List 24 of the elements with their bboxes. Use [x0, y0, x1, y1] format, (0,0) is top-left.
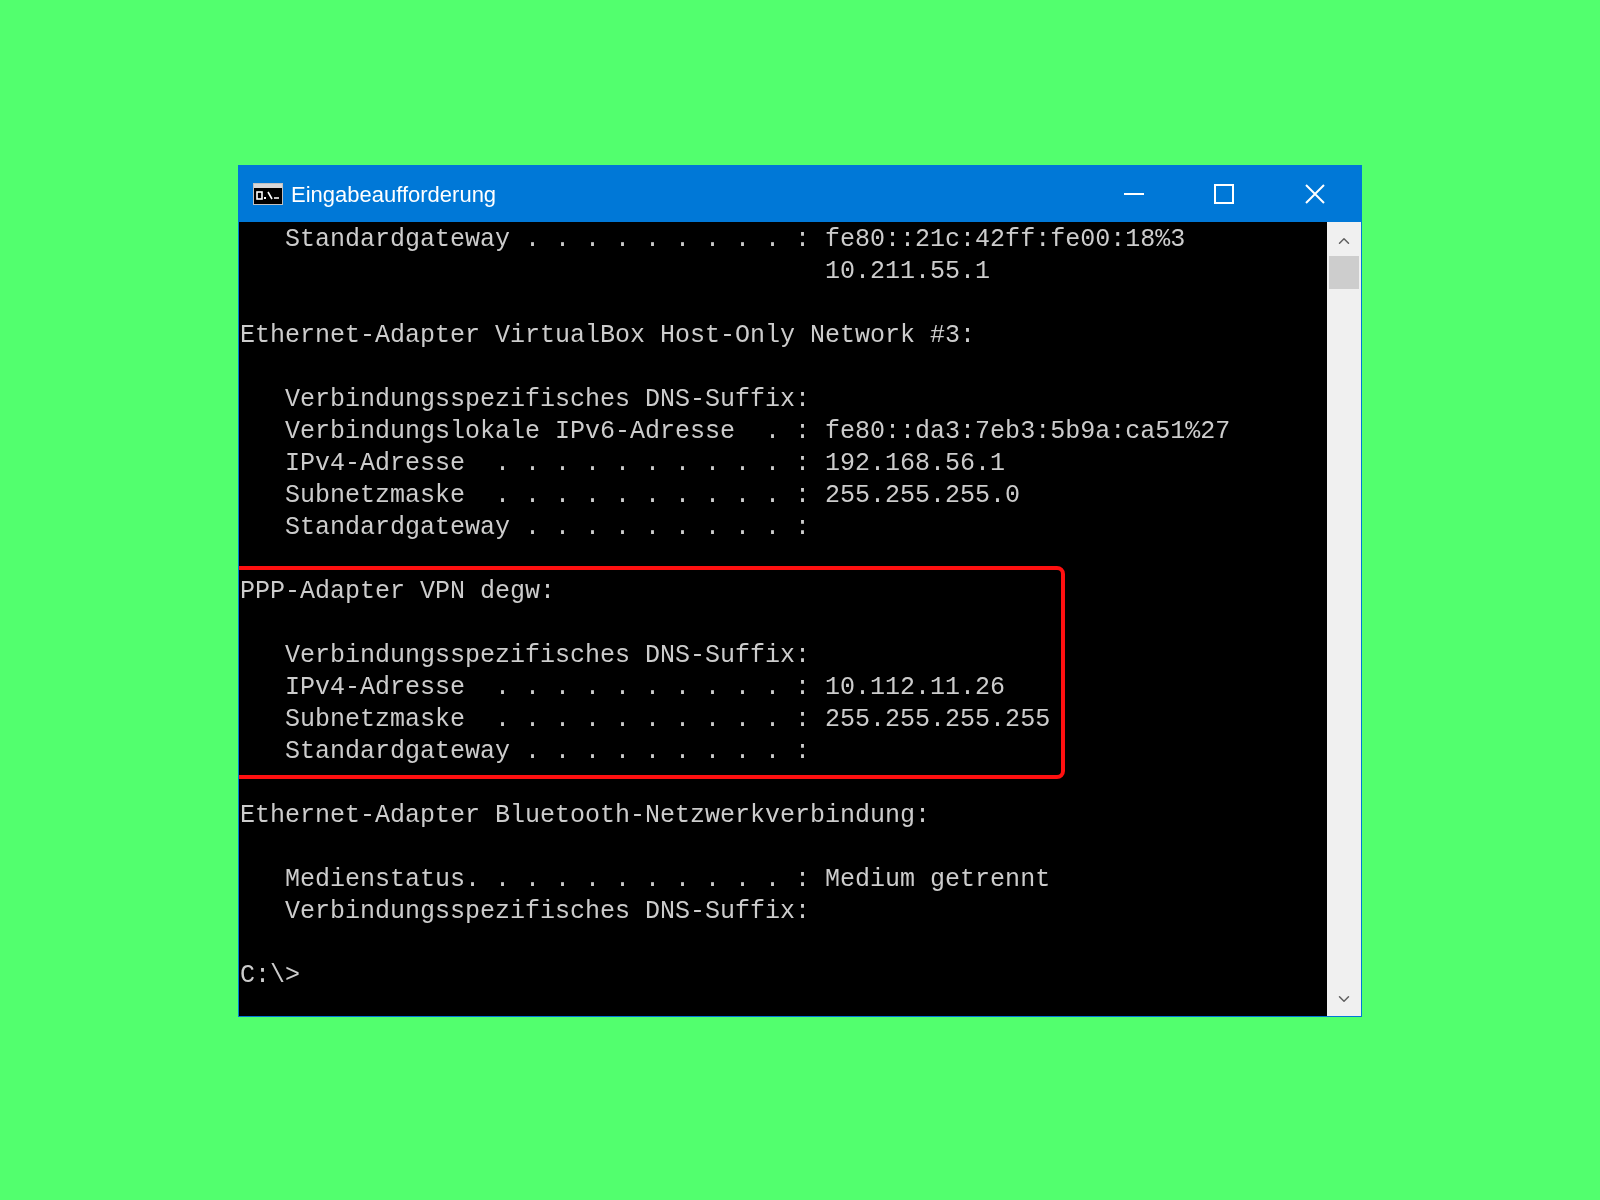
console-line: Standardgateway . . . . . . . . . : fe80::21c:42ff:fe00:18%3 [284, 224, 1186, 256]
console-line: Verbindungslokale IPv6-Adresse . : fe80::da3:7eb3:5b9a:ca51%27 [284, 416, 1231, 448]
console-line: 10.211.55.1 [824, 256, 991, 288]
console-line: PPP-Adapter VPN degw: [240, 576, 556, 608]
console-line: Ethernet-Adapter VirtualBox Host-Only Network #3: [240, 320, 976, 352]
console-line: Standardgateway . . . . . . . . . : [284, 736, 811, 768]
console-line: IPv4-Adresse . . . . . . . . . . : 192.168.56.1 [284, 448, 1006, 480]
console-line: Subnetzmaske . . . . . . . . . . : 255.255.255.0 [284, 480, 1021, 512]
console-line: C:\> [240, 960, 300, 992]
scrollbar-thumb[interactable] [1329, 256, 1359, 289]
console-line: Standardgateway . . . . . . . . . : [284, 512, 811, 544]
console-line: Subnetzmaske . . . . . . . . . . : 255.255.255.255 [284, 704, 1051, 736]
terminal-icon [253, 183, 283, 205]
console-line: Verbindungsspezifisches DNS-Suffix: [284, 384, 811, 416]
scrollbar[interactable] [1327, 222, 1361, 1016]
console-line: Medienstatus. . . . . . . . . . . : Medium getrennt [284, 864, 1051, 896]
console-line: IPv4-Adresse . . . . . . . . . . : 10.112.11.26 [284, 672, 1006, 704]
console-line: Verbindungsspezifisches DNS-Suffix: [284, 896, 811, 928]
console-line: Verbindungsspezifisches DNS-Suffix: [284, 640, 811, 672]
console-line: Ethernet-Adapter Bluetooth-Netzwerkverbindung: [240, 800, 931, 832]
minimize-icon [1124, 193, 1144, 195]
window-title: Eingabeaufforderung [291, 180, 497, 209]
maximize-icon [1214, 184, 1234, 204]
close-icon [1305, 184, 1325, 204]
